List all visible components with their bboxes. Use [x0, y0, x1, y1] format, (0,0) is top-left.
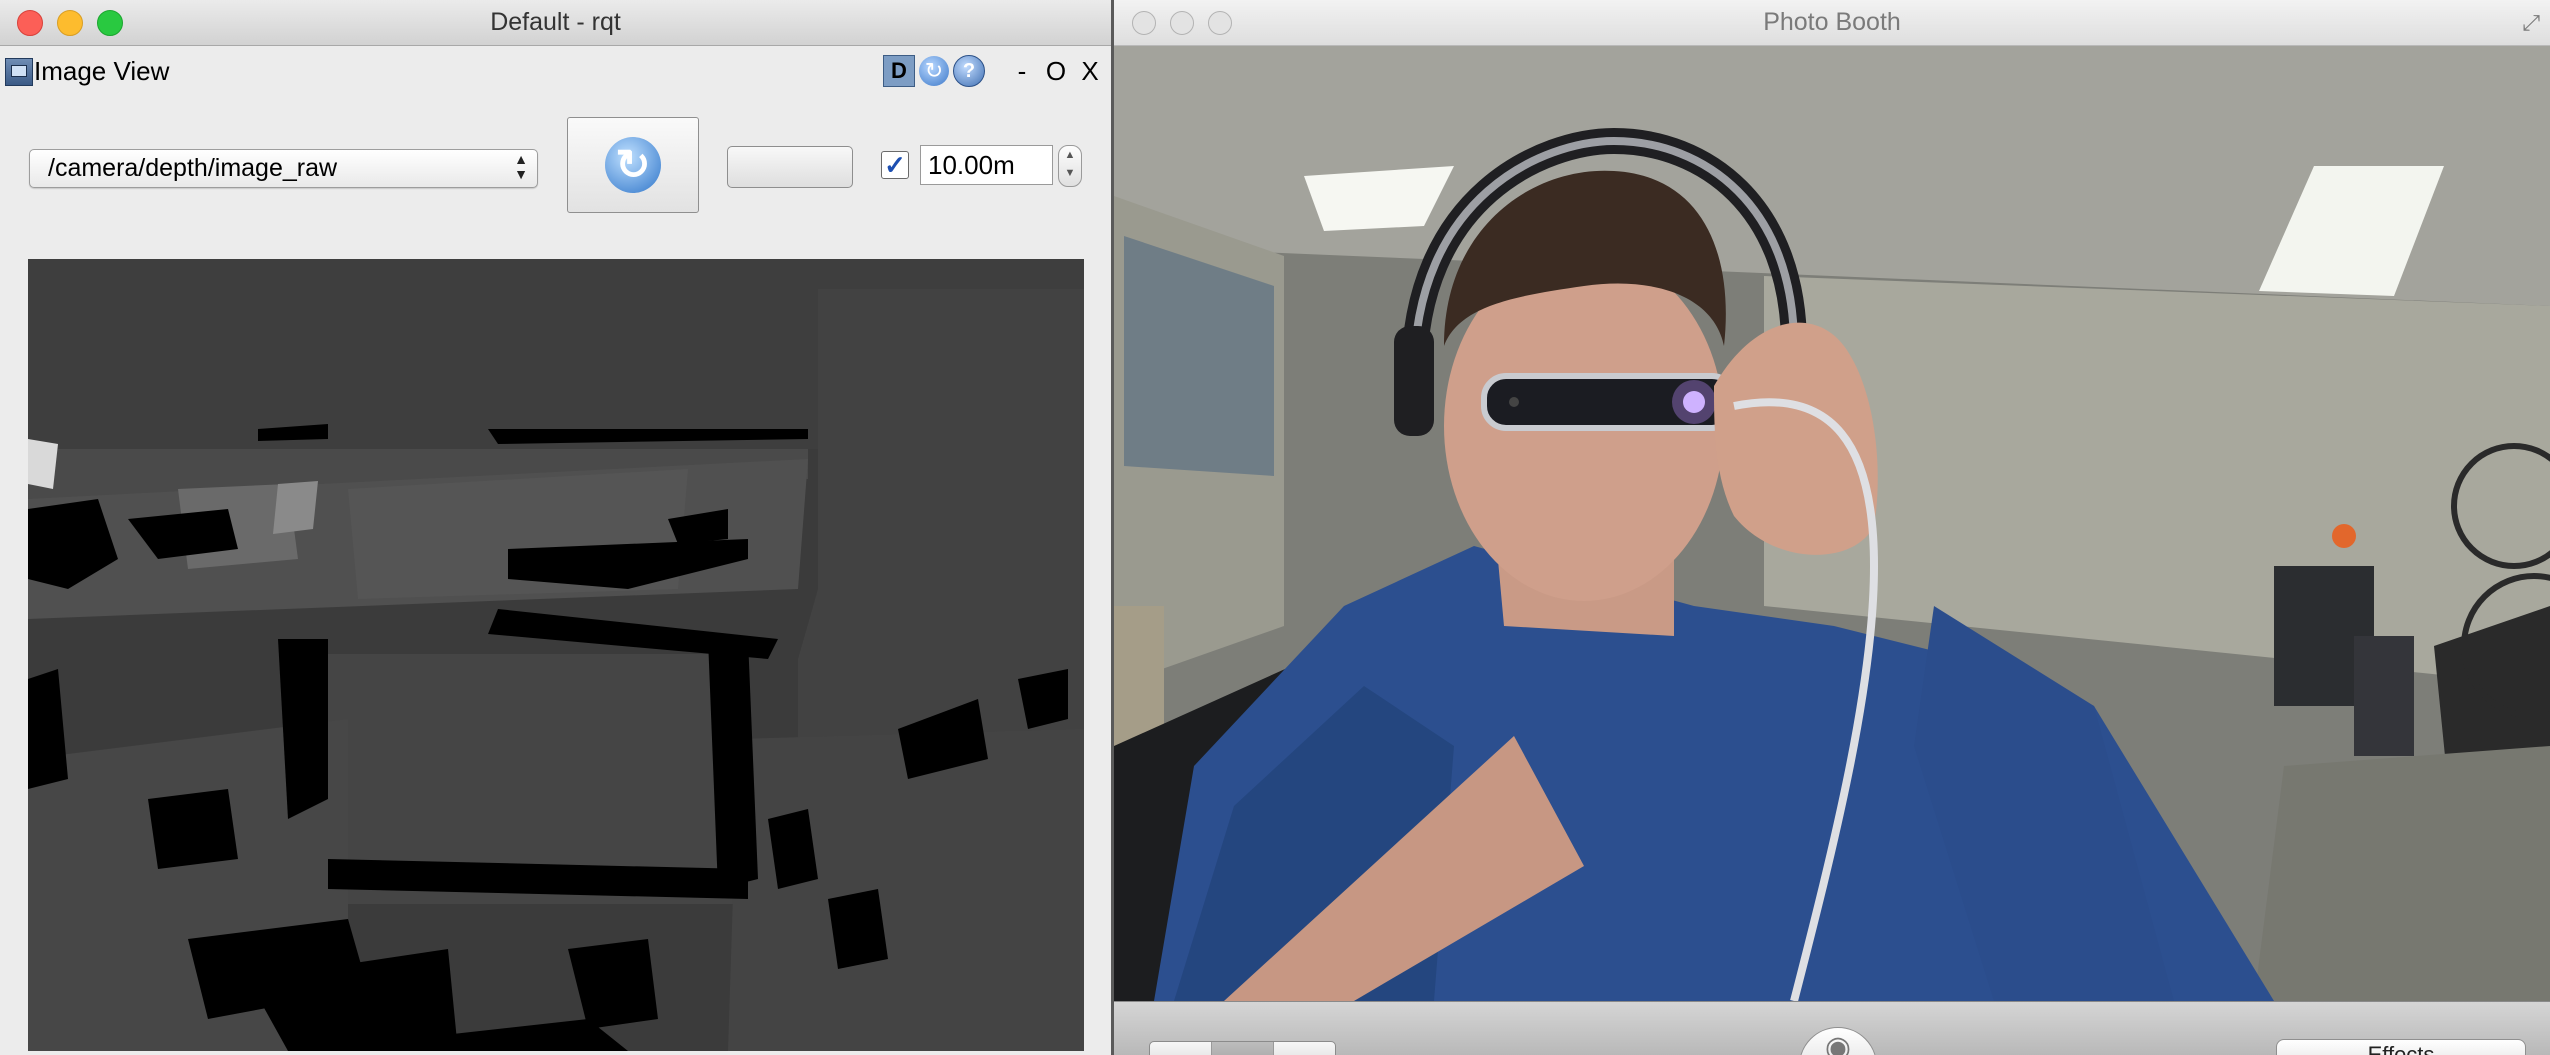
- photobooth-window: Photo Booth ⤢ ◉ Effects: [1114, 0, 2550, 1055]
- reload-icon[interactable]: ↻: [919, 56, 949, 86]
- depth-image: [28, 259, 1084, 1051]
- single-photo-mode-button[interactable]: [1150, 1042, 1212, 1055]
- blank-button[interactable]: [727, 146, 853, 188]
- camera-icon: ◉: [1824, 1031, 1852, 1055]
- photobooth-titlebar[interactable]: Photo Booth ⤢: [1114, 0, 2550, 46]
- plugin-close-button[interactable]: X: [1075, 56, 1105, 87]
- camera-preview: [1114, 46, 2550, 1001]
- plugin-title: Image View: [34, 56, 170, 86]
- help-icon[interactable]: ?: [953, 55, 985, 87]
- photobooth-toolbar: ◉ Effects: [1114, 1001, 2550, 1055]
- plugin-controls: D ↻ ? - O X: [883, 55, 1105, 87]
- max-range-checkbox[interactable]: ✓: [881, 151, 909, 179]
- rqt-window-title: Default - rqt: [490, 8, 621, 36]
- plugin-minimize-button[interactable]: -: [1007, 56, 1037, 87]
- take-photo-button[interactable]: ◉: [1799, 1027, 1877, 1055]
- four-up-mode-button[interactable]: [1212, 1042, 1274, 1055]
- image-view-icon: [5, 58, 33, 86]
- effects-button[interactable]: Effects: [2276, 1039, 2526, 1055]
- video-mode-button[interactable]: [1274, 1042, 1335, 1055]
- chevron-updown-icon: ▲ ▼: [514, 151, 528, 182]
- refresh-icon: ↻: [605, 137, 661, 193]
- camera-image: [1114, 46, 2550, 1001]
- rqt-window: Default - rqt Image View D ↻ ? - O X /ca…: [0, 0, 1111, 1055]
- layout-segmented-control: [1149, 1041, 1336, 1055]
- max-range-input[interactable]: 10.00m: [920, 145, 1053, 185]
- photobooth-window-title: Photo Booth: [1763, 8, 1901, 36]
- max-range-value: 10.00m: [928, 150, 1015, 180]
- plugin-header: Image View D ↻ ? - O X: [0, 46, 1111, 98]
- topic-select-value: /camera/depth/image_raw: [48, 154, 338, 182]
- stepper-icon[interactable]: ▲ ▼: [1058, 145, 1082, 187]
- dock-button[interactable]: D: [883, 55, 915, 87]
- topic-select[interactable]: /camera/depth/image_raw ▲ ▼: [29, 149, 538, 188]
- checkmark-icon: ✓: [884, 150, 906, 180]
- refresh-topics-button[interactable]: ↻: [567, 117, 699, 213]
- depth-image-view: [28, 259, 1084, 1051]
- fullscreen-icon[interactable]: ⤢: [2522, 10, 2540, 36]
- rqt-titlebar[interactable]: Default - rqt: [0, 0, 1111, 46]
- plugin-restore-button[interactable]: O: [1041, 56, 1071, 87]
